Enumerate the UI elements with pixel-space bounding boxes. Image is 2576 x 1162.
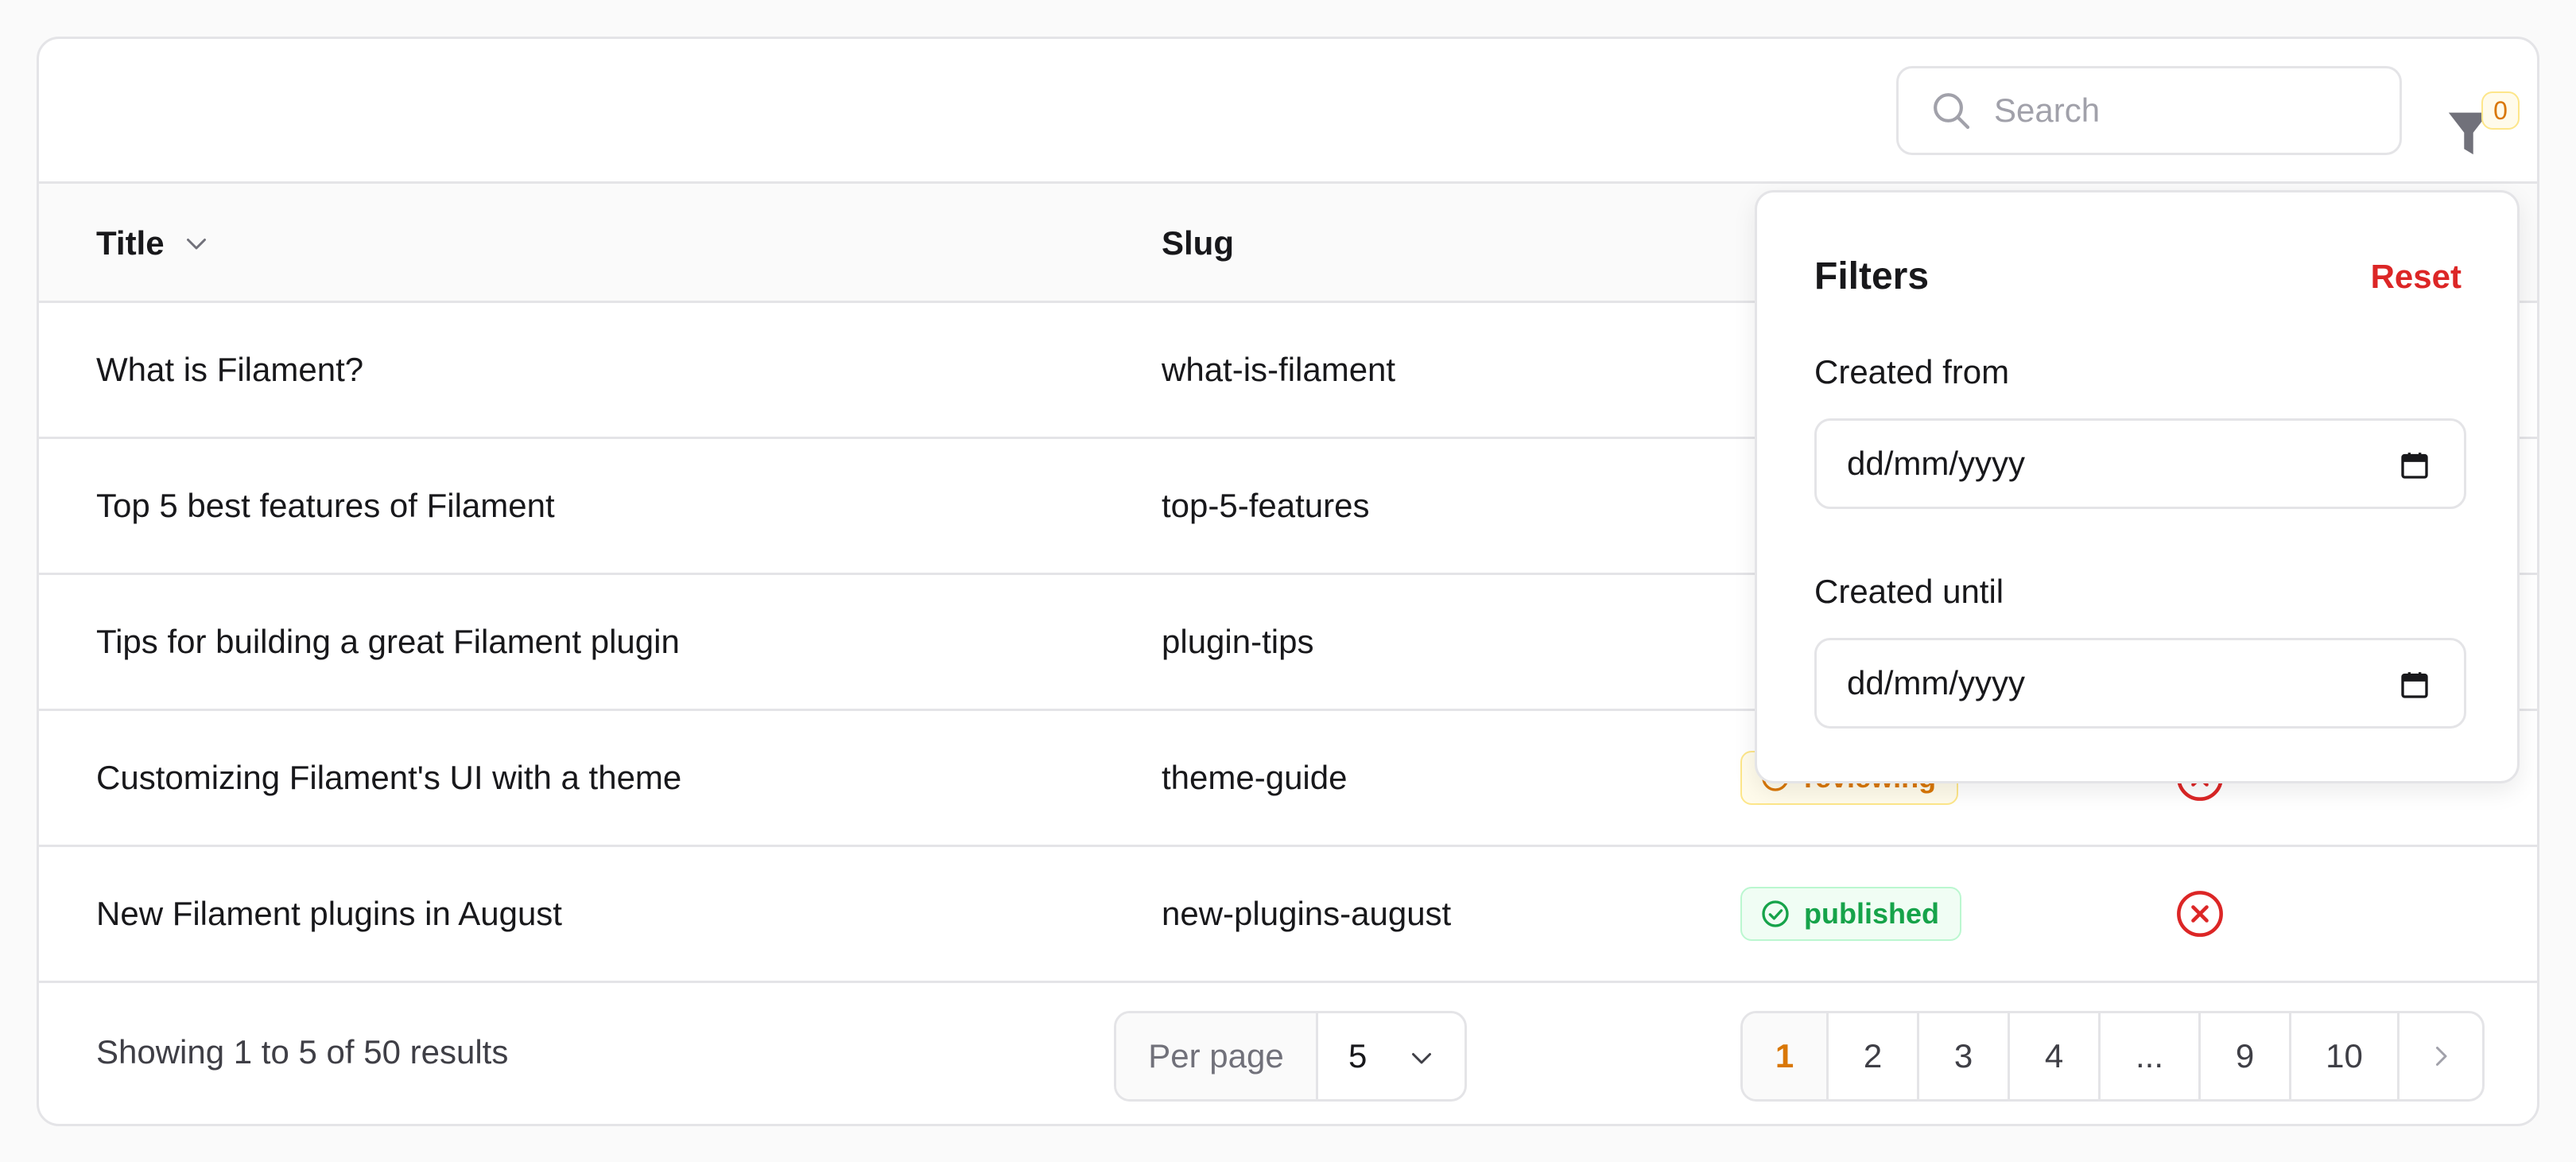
created-from-label: Created from [1814,353,2010,391]
chevron-down-icon [186,239,206,250]
page-button-2[interactable]: 2 [1829,1013,1919,1099]
per-page-label: Per page [1116,1013,1318,1099]
created-from-value: dd/mm/yyyy [1847,445,2026,482]
cell-slug: plugin-tips [1162,623,1314,660]
column-header-slug: Slug [1162,184,1234,303]
chevron-right-icon [2436,1047,2447,1066]
x-circle-icon [2177,891,2223,937]
search-icon [1934,93,1970,130]
pagination: 1 2 3 4 ... 9 10 [1740,1011,2485,1102]
cell-slug: theme-guide [1162,759,1348,796]
status-badge: published [1740,887,1961,941]
filter-button[interactable]: 0 [2432,76,2528,163]
per-page-dropdown[interactable]: 5 [1318,1013,1465,1099]
cell-slug: top-5-features [1162,487,1370,524]
filters-title: Filters [1814,255,1930,297]
per-page-value: 5 [1348,1037,1368,1075]
table-footer: Showing 1 to 5 of 50 results Per page 5 … [39,981,2537,1124]
results-summary: Showing 1 to 5 of 50 results [96,1033,509,1071]
cell-slug: new-plugins-august [1162,895,1452,932]
page-button-4[interactable]: 4 [2010,1013,2101,1099]
calendar-icon[interactable] [2399,449,2431,481]
created-until-value: dd/mm/yyyy [1847,664,2026,701]
cell-title: Top 5 best features of Filament [96,487,555,524]
cell-title: What is Filament? [96,351,364,388]
page-button-9[interactable]: 9 [2201,1013,2291,1099]
filter-count-badge: 0 [2481,91,2520,130]
cell-slug: what-is-filament [1162,351,1396,388]
page-button-3[interactable]: 3 [1919,1013,2010,1099]
filters-dropdown: Filters Reset Created from dd/mm/yyyy Cr… [1755,190,2520,783]
cell-title: Tips for building a great Filament plugi… [96,623,680,660]
page-button-1[interactable]: 1 [1743,1013,1829,1099]
status-badge-label: published [1804,897,1939,930]
table-card: 0 Title Slug What is Filament? what-is-f… [37,37,2539,1126]
table-toolbar: 0 [39,39,2537,184]
column-header-title[interactable]: Title [96,184,211,303]
page-button-10[interactable]: 10 [2291,1013,2399,1099]
per-page-select[interactable]: Per page 5 [1114,1011,1467,1102]
column-header-slug-label: Slug [1162,224,1234,262]
cell-title: New Filament plugins in August [96,895,562,932]
created-until-label: Created until [1814,573,2004,610]
cell-title: Customizing Filament's UI with a theme [96,759,682,796]
calendar-icon[interactable] [2399,669,2431,701]
check-circle-icon [1762,900,1789,927]
cell-featured [2174,847,2225,981]
filters-reset-link[interactable]: Reset [2371,258,2462,296]
search-box[interactable] [1896,66,2402,155]
created-from-input[interactable]: dd/mm/yyyy [1814,418,2466,509]
next-page-button[interactable] [2399,1013,2482,1099]
page-ellipsis: ... [2101,1013,2201,1099]
column-header-title-label: Title [96,224,165,262]
table-row[interactable]: New Filament plugins in August new-plugi… [39,847,2537,983]
chevron-down-icon [1412,1053,1431,1064]
created-until-input[interactable]: dd/mm/yyyy [1814,638,2466,729]
search-input[interactable] [1994,91,2376,130]
cell-status: published [1740,847,1961,981]
